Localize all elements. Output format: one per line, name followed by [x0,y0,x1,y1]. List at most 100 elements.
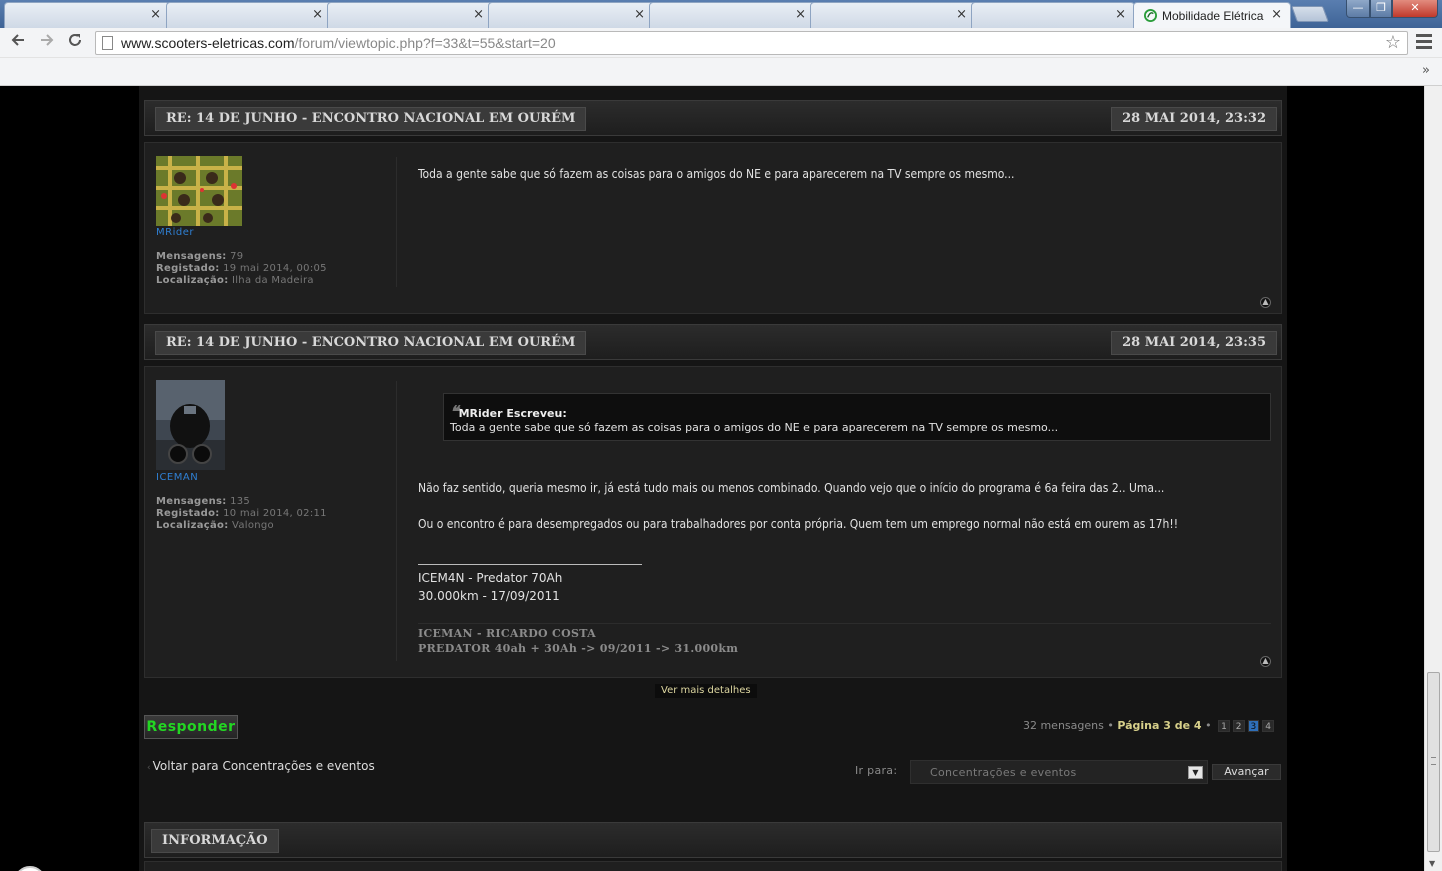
user-signature: ICEMAN - RICARDO COSTA [418,627,596,640]
back-arrow-icon[interactable] [7,32,29,54]
jump-selected-value: Concentrações e eventos [930,766,1077,779]
post-header: RE: 14 DE JUNHO - ENCONTRO NACIONAL EM O… [144,100,1282,136]
current-page-label: Página 3 de 4 [1117,719,1202,732]
quote-author-label: MRider Escreveu: [458,407,567,420]
registered-row: Registado: 10 mai 2014, 02:11 [156,508,327,519]
browser-tab[interactable]: × [4,2,170,28]
post-paragraph: Ou o encontro é para desempregados ou pa… [418,517,1179,531]
separator: • [1107,719,1114,732]
tab-title: Mobilidade Elétrica [1162,9,1264,23]
back-link-label: Voltar para Concentrações e eventos [152,759,375,773]
post-paragraph: Não faz sentido, queria mesmo ir, já est… [418,481,1165,495]
info-title: INFORMAÇÃO [151,829,279,853]
url-host: www.scooters-eletricas.com [121,35,295,51]
info-section-body [144,861,1282,871]
scroll-down-arrow-icon[interactable]: ▼ [1429,859,1435,868]
browser-tab[interactable]: × [649,2,815,28]
chevron-down-icon[interactable]: ▼ [1188,766,1203,779]
browser-tab[interactable]: × [488,2,654,28]
quote-text: Toda a gente sabe que só fazem as coisas… [450,421,1059,434]
browser-tabstrip: × × × × × × × Mobilidade Elétrica × — ❐ … [0,0,1442,29]
tab-close-icon[interactable]: × [795,7,806,22]
page-link-1[interactable]: 1 [1218,720,1230,732]
separator: • [1205,719,1212,732]
back-to-top-icon[interactable]: ▲ [1260,297,1271,308]
location-row: Localização: Ilha da Madeira [156,275,314,286]
window-minimize-button[interactable]: — [1346,0,1370,18]
message-count: 32 mensagens [1022,719,1104,732]
browser-tab[interactable]: × [166,2,332,28]
back-to-top-icon[interactable]: ▲ [1260,656,1271,667]
browser-tab[interactable]: × [327,2,493,28]
post-title[interactable]: RE: 14 DE JUNHO - ENCONTRO NACIONAL EM O… [155,107,587,131]
post-body: MRider Mensagens: 79 Registado: 19 mai 2… [144,142,1282,314]
avatar[interactable] [156,156,242,226]
post-header: RE: 14 DE JUNHO - ENCONTRO NACIONAL EM O… [144,324,1282,360]
post-date: 28 MAI 2014, 23:32 [1111,107,1277,131]
bookmarks-bar: » [0,58,1442,86]
author-username[interactable]: MRider [156,227,194,238]
post-title[interactable]: RE: 14 DE JUNHO - ENCONTRO NACIONAL EM O… [155,331,587,355]
profile-divider [396,157,397,287]
reply-button[interactable]: Responder [144,715,238,739]
messages-row: Mensagens: 135 [156,496,251,507]
scrollbar-thumb[interactable] [1427,672,1440,852]
quote-block: ❝MRider Escreveu: Toda a gente sabe que … [443,393,1271,441]
forum-container: RE: 14 DE JUNHO - ENCONTRO NACIONAL EM O… [139,86,1287,871]
quote-author: ❝MRider Escreveu: [450,402,567,421]
page-scrollbar[interactable]: ▼ [1424,86,1442,871]
profile-divider [396,381,397,661]
post-content: Toda a gente sabe que só fazem as coisas… [418,167,1015,181]
user-signature: PREDATOR 40ah + 30Ah -> 09/2011 -> 31.00… [418,642,739,655]
go-button[interactable]: Avançar [1212,764,1281,780]
author-username[interactable]: ICEMAN [156,472,198,483]
page-icon [102,36,113,50]
browser-toolbar: www.scooters-eletricas.com/forum/viewtop… [0,28,1442,58]
signature-line: 30.000km - 17/09/2011 [418,589,560,603]
quote-mark-icon: ❝ [450,402,459,421]
signature-line: ICEM4N - Predator 70Ah [418,571,563,585]
bookmarks-overflow-chevron-icon[interactable]: » [1422,63,1430,78]
window-maximize-button[interactable]: ❐ [1370,0,1392,18]
url-text: www.scooters-eletricas.com/forum/viewtop… [121,35,556,51]
tab-close-icon[interactable]: × [473,7,484,22]
browser-tab[interactable]: × [810,2,976,28]
post-body: ICEMAN Mensagens: 135 Registado: 10 mai … [144,366,1282,678]
forward-arrow-icon[interactable] [36,32,58,54]
tab-close-icon[interactable]: × [634,7,645,22]
address-bar[interactable]: www.scooters-eletricas.com/forum/viewtop… [95,31,1408,55]
page-link-4[interactable]: 4 [1262,720,1274,732]
tab-close-icon[interactable]: × [312,7,323,22]
author-profile: Mensagens: 79 Registado: 19 mai 2014, 00… [156,251,327,287]
tab-close-icon[interactable]: × [956,7,967,22]
browser-tab-active[interactable]: Mobilidade Elétrica × [1133,2,1291,29]
reload-icon[interactable] [64,32,86,54]
browser-menu-icon[interactable] [1416,34,1432,52]
page-viewport: RE: 14 DE JUNHO - ENCONTRO NACIONAL EM O… [0,86,1424,871]
post-date: 28 MAI 2014, 23:35 [1111,331,1277,355]
pagination: 32 mensagens • Página 3 de 4 • 1234 [1023,719,1274,732]
window-close-button[interactable]: ✕ [1392,0,1438,18]
site-favicon-icon [1144,9,1157,22]
author-profile: Mensagens: 135 Registado: 10 mai 2014, 0… [156,496,327,532]
avatar[interactable] [156,380,225,470]
back-to-forum-link[interactable]: ‹ Voltar para Concentrações e eventos [147,759,375,773]
signature-rule [418,564,642,565]
tab-close-icon[interactable]: × [1115,7,1126,22]
chevron-left-icon: ‹ [147,763,151,773]
info-section-header: INFORMAÇÃO [144,822,1282,858]
more-details-link[interactable]: Ver mais detalhes [655,684,757,698]
page-link-2[interactable]: 2 [1232,720,1245,732]
signature-separator [418,623,1271,624]
bookmark-star-icon[interactable]: ☆ [1385,32,1401,53]
url-path: /forum/viewtopic.php?f=33&t=55&start=20 [294,35,556,51]
new-tab-button[interactable] [1291,6,1329,22]
browser-tab[interactable]: × [971,2,1135,28]
tab-close-icon[interactable]: × [150,7,161,22]
jump-to-label: Ir para: [855,764,898,777]
page-link-3[interactable]: 3 [1247,720,1260,732]
jump-to-select[interactable]: Concentrações e eventos ▼ [910,760,1208,784]
messages-row: Mensagens: 79 [156,251,244,262]
tab-close-icon[interactable]: × [1271,7,1282,22]
registered-row: Registado: 19 mai 2014, 00:05 [156,263,327,274]
